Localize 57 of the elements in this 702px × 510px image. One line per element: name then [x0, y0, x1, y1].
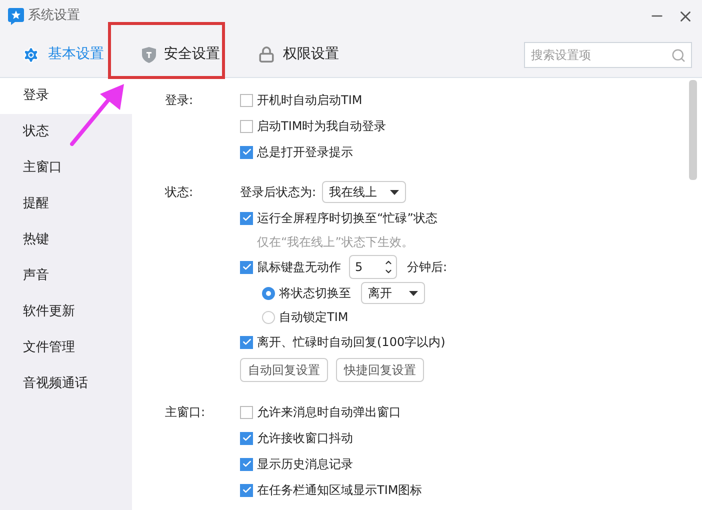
section-label: 状态: [165, 184, 194, 201]
field-label: 登录后状态为: [240, 184, 316, 201]
settings-tab[interactable]: 权限设置 [236, 32, 355, 77]
sidebar-item[interactable]: 声音 [0, 258, 132, 294]
checkbox-label: 鼠标键盘无动作 [257, 259, 341, 276]
sidebar-item[interactable]: 状态 [0, 114, 132, 150]
sidebar-item[interactable]: 软件更新 [0, 294, 132, 330]
sidebar-item[interactable]: 热键 [0, 222, 132, 258]
search-icon [671, 48, 686, 62]
sidebar-item[interactable]: 文件管理 [0, 330, 132, 366]
checkbox-label: 允许来消息时自动弹出窗口 [257, 404, 401, 421]
checkbox[interactable] [240, 94, 253, 106]
radio-label: 自动锁定TIM [279, 309, 348, 326]
shield-icon [142, 46, 156, 62]
section-label: 登录: [165, 92, 194, 109]
checkbox[interactable] [240, 146, 253, 158]
search-field[interactable]: 搜索设置项 [524, 42, 692, 68]
sidebar-item[interactable]: 提醒 [0, 186, 132, 222]
checkbox-label: 运行全屏程序时切换至“忙碌”状态 [257, 210, 438, 227]
unit-label: 分钟后: [407, 259, 448, 276]
caret-icon [409, 290, 418, 296]
checkbox-label: 总是打开登录提示 [257, 144, 353, 161]
checkbox[interactable] [240, 406, 253, 418]
checkbox-label: 允许接收窗口抖动 [257, 430, 353, 447]
checkbox-label: 开机时自动启动TIM [257, 92, 362, 109]
pointer-arrow [70, 82, 126, 146]
checkbox[interactable] [240, 260, 253, 274]
caret-icon [390, 190, 400, 194]
checkbox-label: 在任务栏通知区域显示TIM图标 [257, 482, 422, 499]
checkbox[interactable] [240, 212, 253, 224]
radio-label: 将状态切换至 [279, 285, 351, 302]
minutes-spinner[interactable]: 5 [349, 255, 397, 279]
sidebar-item[interactable]: 登录 [0, 78, 132, 114]
checkbox-label: 离开、忙碌时自动回复(100字以内) [257, 334, 446, 351]
padlock-icon [258, 46, 275, 63]
checkbox-label: 显示历史消息记录 [257, 456, 353, 473]
gear-icon [22, 46, 40, 64]
away-status-dropdown[interactable]: 离开 [361, 282, 425, 304]
settings-tab[interactable]: 安全设置 [120, 32, 236, 77]
checkbox-label: 启动TIM时为我自动登录 [257, 118, 386, 135]
sidebar-item[interactable]: 音视频通话 [0, 366, 132, 402]
status-dropdown[interactable]: 我在线上 [322, 181, 406, 203]
settings-button[interactable]: 快捷回复设置 [336, 358, 424, 382]
hint-text: 仅在“我在线上”状态下生效。 [257, 234, 414, 251]
checkbox[interactable] [240, 484, 253, 496]
settings-button[interactable]: 自动回复设置 [240, 358, 328, 382]
checkbox[interactable] [240, 336, 253, 348]
window-title: 系统设置 [28, 7, 80, 26]
radio-button[interactable] [262, 286, 275, 300]
sidebar-item[interactable]: 主窗口 [0, 150, 132, 186]
scrollbar-thumb[interactable] [689, 80, 697, 180]
radio-button[interactable] [262, 310, 275, 324]
checkbox[interactable] [240, 120, 253, 132]
star-bubble-icon [8, 8, 24, 24]
checkbox[interactable] [240, 432, 253, 444]
checkbox[interactable] [240, 458, 253, 470]
section-label: 主窗口: [165, 404, 206, 421]
